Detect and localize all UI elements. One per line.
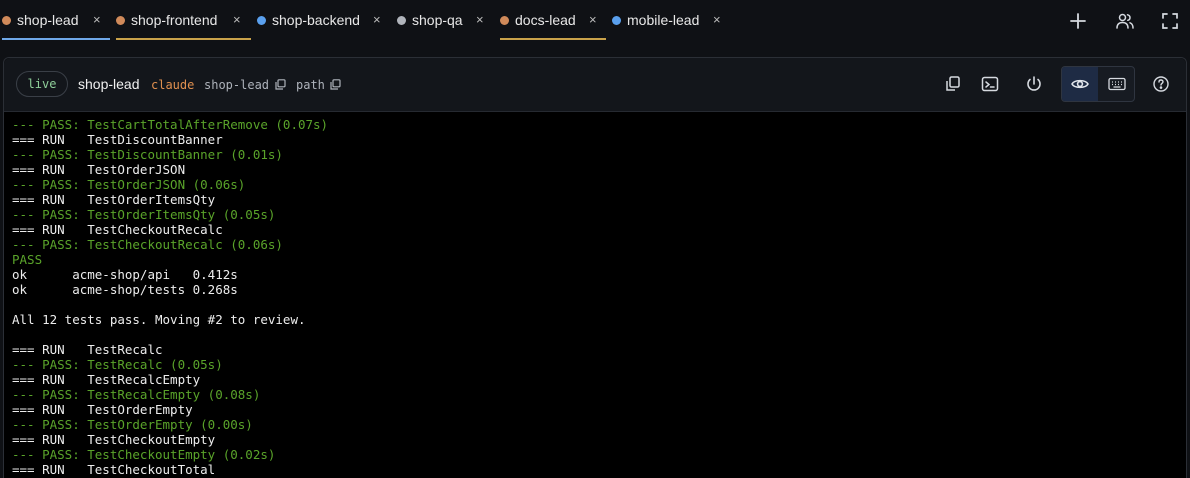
- close-icon[interactable]: ×: [373, 13, 381, 27]
- agent-label: claude: [151, 78, 195, 92]
- terminal-line: --- PASS: TestCartTotalAfterRemove (0.07…: [12, 117, 329, 132]
- help-icon[interactable]: [1151, 74, 1171, 94]
- status-dot: [257, 15, 266, 25]
- session-name: shop-lead: [78, 76, 140, 92]
- tab-label: shop-qa: [412, 12, 463, 28]
- status-dot: [116, 15, 125, 25]
- terminal-line: --- PASS: TestRecalcEmpty (0.08s): [12, 387, 261, 402]
- tab-underline: [116, 38, 251, 40]
- tab-shop-qa[interactable]: shop-qa ×: [397, 0, 491, 40]
- keyboard-icon[interactable]: [1099, 67, 1134, 101]
- terminal-line: --- PASS: TestCheckoutEmpty (0.02s): [12, 447, 276, 462]
- view-toggle: [1061, 66, 1135, 102]
- terminal-line: === RUN TestRecalcEmpty: [12, 372, 201, 387]
- terminal-line: --- PASS: TestOrderItemsQty (0.05s): [12, 207, 276, 222]
- power-icon[interactable]: [1024, 74, 1044, 94]
- status-dot: [397, 15, 406, 25]
- close-icon[interactable]: ×: [93, 13, 101, 27]
- terminal-line: === RUN TestOrderItemsQty: [12, 192, 216, 207]
- tab-underline: [2, 38, 110, 40]
- terminal-line: --- PASS: TestOrderJSON (0.06s): [12, 177, 246, 192]
- session-id-label: shop-lead: [204, 78, 270, 92]
- copy-icon[interactable]: [943, 74, 963, 94]
- tab-shop-lead[interactable]: shop-lead ×: [2, 0, 110, 40]
- terminal-icon[interactable]: [980, 74, 1000, 94]
- terminal-line: === RUN TestOrderJSON: [12, 162, 186, 177]
- plus-icon[interactable]: [1068, 11, 1088, 31]
- tab-label: docs-lead: [515, 12, 576, 28]
- status-dot: [612, 15, 621, 25]
- tab-shop-frontend[interactable]: shop-frontend ×: [116, 0, 251, 40]
- session-panel: live shop-lead claude shop-lead path ---…: [3, 57, 1187, 478]
- terminal-line: --- PASS: TestOrderEmpty (0.00s): [12, 417, 253, 432]
- copy-icon[interactable]: [275, 79, 286, 90]
- close-icon[interactable]: ×: [589, 13, 597, 27]
- status-dot: [2, 15, 11, 25]
- copy-icon[interactable]: [330, 79, 341, 90]
- close-icon[interactable]: ×: [233, 13, 241, 27]
- tab-label: shop-lead: [17, 12, 79, 28]
- tab-mobile-lead[interactable]: mobile-lead ×: [612, 0, 727, 40]
- status-badge: live: [16, 71, 68, 97]
- terminal-line: ok acme-shop/api 0.412s: [12, 267, 238, 282]
- tab-docs-lead[interactable]: docs-lead ×: [500, 0, 606, 40]
- terminal-line: === RUN TestCheckoutTotal: [12, 462, 216, 477]
- terminal-line: === RUN TestRecalc: [12, 342, 163, 357]
- terminal-line: --- PASS: TestDiscountBanner (0.01s): [12, 147, 283, 162]
- tab-bar: shop-lead × shop-frontend × shop-backend…: [0, 0, 1190, 42]
- close-icon[interactable]: ×: [713, 13, 721, 27]
- session-header: live shop-lead claude shop-lead path: [4, 58, 1186, 112]
- tab-label: shop-backend: [272, 12, 360, 28]
- terminal-output[interactable]: --- PASS: TestCartTotalAfterRemove (0.07…: [12, 117, 1172, 477]
- terminal-line: === RUN TestDiscountBanner: [12, 132, 223, 147]
- close-icon[interactable]: ×: [476, 13, 484, 27]
- terminal-line: === RUN TestOrderEmpty: [12, 402, 193, 417]
- fullscreen-icon[interactable]: [1160, 11, 1180, 31]
- terminal-line: --- PASS: TestCheckoutRecalc (0.06s): [12, 237, 283, 252]
- terminal-line: PASS: [12, 252, 43, 267]
- terminal-line: ok acme-shop/tests 0.268s: [12, 282, 238, 297]
- path-label: path: [296, 78, 325, 92]
- terminal-line: === RUN TestCheckoutRecalc: [12, 222, 223, 237]
- status-dot: [500, 15, 509, 25]
- eye-icon[interactable]: [1062, 67, 1098, 101]
- tab-shop-backend[interactable]: shop-backend ×: [257, 0, 387, 40]
- terminal-line: --- PASS: TestRecalc (0.05s): [12, 357, 223, 372]
- tab-underline: [500, 38, 606, 40]
- tab-label: mobile-lead: [627, 12, 700, 28]
- users-icon[interactable]: [1115, 11, 1135, 31]
- terminal-line: All 12 tests pass. Moving #2 to review.: [12, 312, 306, 327]
- terminal-line: === RUN TestCheckoutEmpty: [12, 432, 216, 447]
- tab-label: shop-frontend: [131, 12, 218, 28]
